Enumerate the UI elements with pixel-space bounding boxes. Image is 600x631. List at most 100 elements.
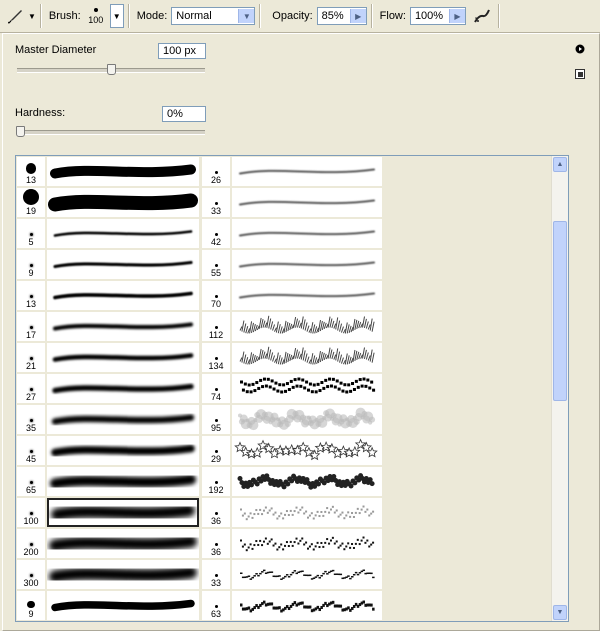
- brush-preset-right-7-tip[interactable]: 74: [202, 374, 230, 403]
- brush-preset-left-12-tip[interactable]: 200: [17, 529, 45, 558]
- master-diameter-slider-thumb[interactable]: [107, 64, 116, 75]
- scrollbar[interactable]: ▲ ▼: [551, 156, 568, 621]
- brush-preset-right-9-stroke[interactable]: [232, 436, 382, 465]
- mode-select[interactable]: Normal ▼: [171, 7, 256, 25]
- brush-preset-right-13-tip[interactable]: 33: [202, 560, 230, 589]
- brush-preset-left-8-tip[interactable]: 35: [17, 405, 45, 434]
- brush-preset-left-2-tip[interactable]: 5: [17, 219, 45, 248]
- brush-preset-left-0-tip[interactable]: 13: [17, 157, 45, 186]
- brush-size-label: 36: [210, 547, 221, 557]
- brush-preset-left-6-stroke[interactable]: [47, 343, 199, 372]
- brush-preset-right-11-tip[interactable]: 36: [202, 498, 230, 527]
- brush-preset-right-2-tip[interactable]: 42: [202, 219, 230, 248]
- brush-preset-right-10-tip[interactable]: 192: [202, 467, 230, 496]
- brush-preset-left-14-tip[interactable]: 9: [17, 591, 45, 620]
- chevron-right-icon[interactable]: ▶: [448, 9, 465, 23]
- brush-preset-right-1-tip[interactable]: 33: [202, 188, 230, 217]
- brush-preset-left-1-tip[interactable]: 19: [17, 188, 45, 217]
- brush-preset-right-14-tip[interactable]: 63: [202, 591, 230, 620]
- tool-preset-picker[interactable]: ▼: [4, 0, 36, 32]
- brush-preset-left-5-stroke[interactable]: [47, 312, 199, 341]
- stroke-preview: [240, 505, 375, 521]
- brush-preset-left-11-stroke[interactable]: [47, 498, 199, 527]
- brush-preset-left-9-tip[interactable]: 45: [17, 436, 45, 465]
- brush-preset-right-3-stroke[interactable]: [232, 250, 382, 279]
- brush-preset-right-4-stroke[interactable]: [232, 281, 382, 310]
- brush-preset-left-13-stroke[interactable]: [47, 560, 199, 589]
- brush-tip-icon: [214, 605, 218, 608]
- brush-preset-right-10-stroke[interactable]: [232, 467, 382, 496]
- brush-preset-left-7-stroke[interactable]: [47, 374, 199, 403]
- brush-preset-left-1-stroke[interactable]: [47, 188, 199, 217]
- brush-preview[interactable]: 100: [85, 3, 107, 29]
- brush-tip-icon: [29, 357, 33, 360]
- brush-label: Brush:: [48, 10, 81, 22]
- hardness-field[interactable]: 0%: [162, 106, 206, 122]
- brush-preset-right-13-stroke[interactable]: [232, 560, 382, 589]
- new-preset-button[interactable]: [575, 69, 585, 79]
- panel-menu-button[interactable]: [575, 44, 585, 54]
- brush-preset-right-3-tip[interactable]: 55: [202, 250, 230, 279]
- brush-preset-left-8-stroke[interactable]: [47, 405, 199, 434]
- chevron-up-icon: ▲: [556, 161, 564, 168]
- stroke-preview: [51, 599, 195, 612]
- brush-preset-left-4-stroke[interactable]: [47, 281, 199, 310]
- brush-preset-left-3-tip[interactable]: 9: [17, 250, 45, 279]
- flow-label: Flow:: [379, 10, 406, 22]
- stroke-preview: [52, 322, 194, 331]
- flow-field[interactable]: 100% ▶: [409, 7, 466, 25]
- brush-preset-right-6-stroke[interactable]: [232, 343, 382, 372]
- scroll-up-button[interactable]: ▲: [553, 157, 567, 172]
- brush-preset-right-5-tip[interactable]: 112: [202, 312, 230, 341]
- brush-preset-right-0-stroke[interactable]: [232, 157, 382, 186]
- brush-preset-left-0-stroke[interactable]: [47, 157, 199, 186]
- brush-size-label: 65: [25, 485, 36, 495]
- brush-preset-left-12-stroke[interactable]: [47, 529, 199, 558]
- brush-preset-right-4-tip[interactable]: 70: [202, 281, 230, 310]
- brush-preset-right-14-stroke[interactable]: [232, 591, 382, 620]
- brush-preset-left-10-stroke[interactable]: [47, 467, 199, 496]
- brush-preset-right-8-stroke[interactable]: [232, 405, 382, 434]
- brush-preset-right-12-tip[interactable]: 36: [202, 529, 230, 558]
- master-diameter-field[interactable]: 100 px: [158, 43, 206, 59]
- chevron-right-icon[interactable]: ▶: [349, 9, 366, 23]
- brush-preset-right-0-tip[interactable]: 26: [202, 157, 230, 186]
- brush-preset-right-11-stroke[interactable]: [232, 498, 382, 527]
- brush-preset-right-7-stroke[interactable]: [232, 374, 382, 403]
- stroke-preview: [50, 164, 196, 179]
- brush-preset-right-5-stroke[interactable]: [232, 312, 382, 341]
- mode-label: Mode:: [136, 10, 168, 22]
- chevron-down-icon: ▼: [28, 11, 36, 21]
- hardness-slider-track[interactable]: [17, 130, 205, 135]
- brush-picker-button[interactable]: ▼: [109, 4, 124, 28]
- brush-size-label: 27: [25, 392, 36, 402]
- stroke-preview: [48, 193, 198, 212]
- brush-preset-left-5-tip[interactable]: 17: [17, 312, 45, 341]
- brush-preset-left-9-stroke[interactable]: [47, 436, 199, 465]
- brush-preset-left-11-tip[interactable]: 100: [17, 498, 45, 527]
- brush-preset-left-3-stroke[interactable]: [47, 250, 199, 279]
- brush-preset-right-6-tip[interactable]: 134: [202, 343, 230, 372]
- brush-preset-left-6-tip[interactable]: 21: [17, 343, 45, 372]
- brush-tip-icon: [214, 512, 218, 515]
- scrollbar-thumb[interactable]: [553, 221, 567, 401]
- scroll-down-button[interactable]: ▼: [553, 605, 567, 620]
- opacity-field[interactable]: 85% ▶: [316, 7, 367, 25]
- brush-preset-left-13-tip[interactable]: 300: [17, 560, 45, 589]
- stroke-preview: [49, 474, 197, 489]
- brush-preset-left-10-tip[interactable]: 65: [17, 467, 45, 496]
- brush-size-label: 17: [25, 330, 36, 340]
- brush-preset-left-7-tip[interactable]: 27: [17, 374, 45, 403]
- brush-preset-left-2-stroke[interactable]: [47, 219, 199, 248]
- brush-size-label: 5: [28, 237, 34, 247]
- airbrush-toggle[interactable]: [472, 5, 494, 27]
- brush-preset-right-1-stroke[interactable]: [232, 188, 382, 217]
- hardness-slider-thumb[interactable]: [16, 126, 25, 137]
- brush-preset-right-2-stroke[interactable]: [232, 219, 382, 248]
- brush-preset-right-9-tip[interactable]: 29: [202, 436, 230, 465]
- brush-preset-left-4-tip[interactable]: 13: [17, 281, 45, 310]
- brush-preset-right-8-tip[interactable]: 95: [202, 405, 230, 434]
- brush-preset-right-12-stroke[interactable]: [232, 529, 382, 558]
- brush-tip-icon: [29, 481, 33, 484]
- brush-preset-left-14-stroke[interactable]: [47, 591, 199, 620]
